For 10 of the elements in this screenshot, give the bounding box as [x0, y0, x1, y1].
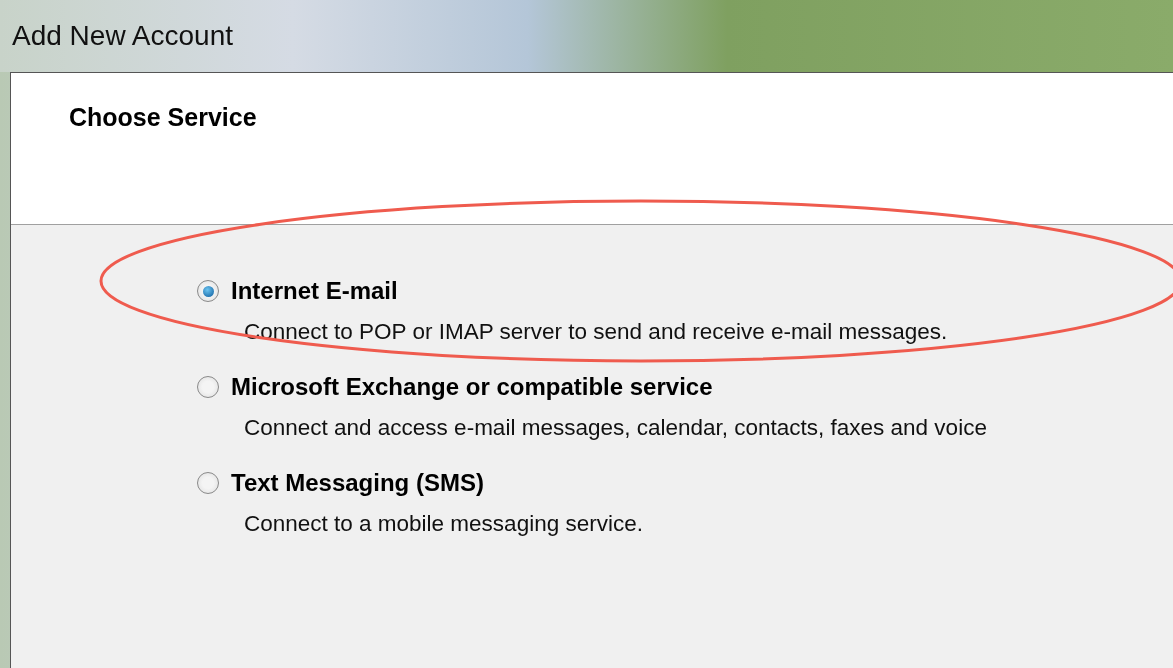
page-heading: Choose Service: [69, 103, 258, 132]
option-label[interactable]: Microsoft Exchange or compatible service: [231, 373, 713, 401]
radio-button[interactable]: [197, 472, 219, 494]
option-label[interactable]: Internet E-mail: [231, 277, 398, 305]
option-description: Connect to a mobile messaging service.: [244, 511, 644, 537]
option-label[interactable]: Text Messaging (SMS): [231, 469, 484, 497]
radio-button[interactable]: [197, 280, 219, 302]
radio-button[interactable]: [197, 376, 219, 398]
window-title: Add New Account: [12, 20, 234, 52]
option-description: Connect and access e-mail messages, calendar, contacts, faxes and voice: [244, 415, 988, 441]
